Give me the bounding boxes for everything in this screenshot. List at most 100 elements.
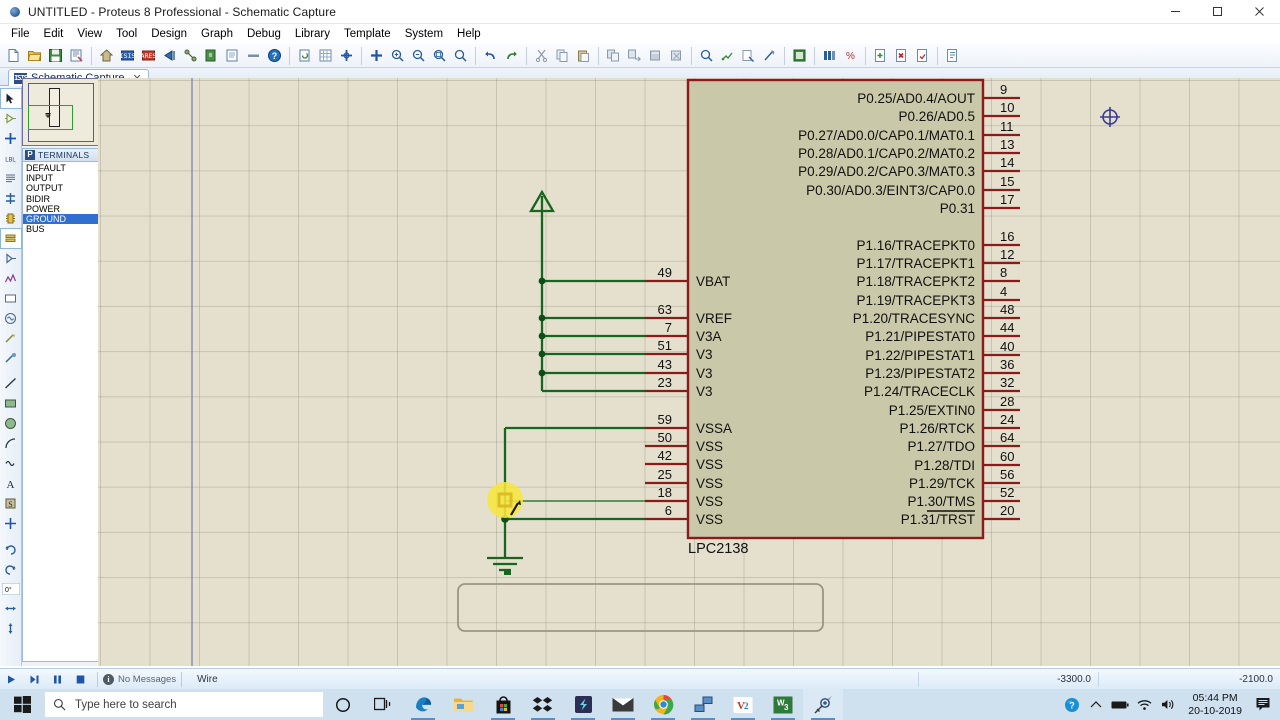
- design-explorer-icon[interactable]: [942, 45, 963, 66]
- file-explorer-icon[interactable]: [443, 689, 483, 720]
- terminal-item-output[interactable]: OUTPUT: [23, 183, 98, 193]
- menu-template[interactable]: Template: [337, 26, 398, 42]
- remove-sheet-icon[interactable]: [891, 45, 912, 66]
- make-device-icon[interactable]: [717, 45, 738, 66]
- stop-icon[interactable]: [69, 669, 92, 690]
- origin-icon[interactable]: [336, 45, 357, 66]
- navigation-preview[interactable]: [22, 78, 99, 146]
- zoom-out-icon[interactable]: [408, 45, 429, 66]
- taskbar-clock[interactable]: 05:44 PM 20-10-2019: [1180, 689, 1250, 720]
- menu-debug[interactable]: Debug: [240, 26, 288, 42]
- line-tool-icon[interactable]: [1, 374, 21, 393]
- ground-terminal-icon[interactable]: [487, 545, 523, 572]
- undo-icon[interactable]: [480, 45, 501, 66]
- home-icon[interactable]: [96, 45, 117, 66]
- import-icon[interactable]: [66, 45, 87, 66]
- terminal-item-power[interactable]: POWER: [23, 204, 98, 214]
- packaging-icon[interactable]: [738, 45, 759, 66]
- toggle-view-icon[interactable]: [789, 45, 810, 66]
- chevron-up-icon[interactable]: [1084, 689, 1108, 720]
- arc-tool-icon[interactable]: [1, 434, 21, 453]
- volume-icon[interactable]: [1156, 689, 1180, 720]
- help-icon[interactable]: ?: [264, 45, 285, 66]
- microsoft-store-icon[interactable]: [483, 689, 523, 720]
- task-view-icon[interactable]: [363, 689, 403, 720]
- terminal-item-ground[interactable]: GROUND: [23, 213, 98, 225]
- rotate-clockwise-icon[interactable]: [1, 539, 21, 558]
- refresh-sheet-icon[interactable]: [294, 45, 315, 66]
- menu-system[interactable]: System: [398, 26, 450, 42]
- edge-icon[interactable]: [403, 689, 443, 720]
- dropbox-icon[interactable]: [523, 689, 563, 720]
- terminal-item-default[interactable]: DEFAULT: [23, 163, 98, 173]
- rotation-angle-field[interactable]: 0°: [1, 579, 21, 598]
- rotate-counterclockwise-icon[interactable]: [1, 559, 21, 578]
- proteus-icon[interactable]: [803, 689, 843, 720]
- terminals-mode-icon[interactable]: [0, 228, 22, 249]
- circle-tool-icon[interactable]: [1, 414, 21, 433]
- netlist-icon[interactable]: [180, 45, 201, 66]
- generator-mode-icon[interactable]: [1, 309, 21, 328]
- chrome-icon[interactable]: [643, 689, 683, 720]
- text-tool-icon[interactable]: A: [1, 474, 21, 493]
- component-mode-icon[interactable]: [1, 109, 21, 128]
- menu-graph[interactable]: Graph: [194, 26, 240, 42]
- keil-uvision-icon[interactable]: W 3: [763, 689, 803, 720]
- battery-icon[interactable]: [1108, 689, 1132, 720]
- visual-studio-code-icon[interactable]: V 2: [723, 689, 763, 720]
- terminal-item-bidir[interactable]: BIDIR: [23, 194, 98, 204]
- sheet-annotation-box[interactable]: [457, 583, 824, 632]
- windows-start-icon[interactable]: [0, 689, 44, 720]
- maximize-button[interactable]: [1196, 0, 1238, 24]
- block-move-icon[interactable]: [624, 45, 645, 66]
- tape-recorder-mode-icon[interactable]: [1, 289, 21, 308]
- bom-icon[interactable]: ISIS: [117, 45, 138, 66]
- symbol-tool-icon[interactable]: S: [1, 494, 21, 513]
- mirror-horizontal-icon[interactable]: [1, 599, 21, 618]
- cortana-circle-icon[interactable]: [323, 689, 363, 720]
- bill-icon[interactable]: ARES: [138, 45, 159, 66]
- schematic-canvas[interactable]: VBAT VREF V3A V3 V3 V3 VSSA VSS VSS VSS …: [98, 78, 1280, 666]
- terminals-list[interactable]: DEFAULT INPUT OUTPUT BIDIR POWER GROUND …: [22, 162, 99, 662]
- redo-icon[interactable]: [501, 45, 522, 66]
- minimize-button[interactable]: [1154, 0, 1196, 24]
- goto-sheet-icon[interactable]: [912, 45, 933, 66]
- copy-icon[interactable]: [552, 45, 573, 66]
- new-file-icon[interactable]: [3, 45, 24, 66]
- shareit-icon[interactable]: [563, 689, 603, 720]
- path-tool-icon[interactable]: [1, 454, 21, 473]
- block-rotate-icon[interactable]: [645, 45, 666, 66]
- step-icon[interactable]: [23, 669, 46, 690]
- cursor-snap-icon[interactable]: [366, 45, 387, 66]
- block-delete-icon[interactable]: [666, 45, 687, 66]
- buses-mode-icon[interactable]: [1, 189, 21, 208]
- block-copy-icon[interactable]: [603, 45, 624, 66]
- mail-icon[interactable]: [603, 689, 643, 720]
- selection-mode-icon[interactable]: [0, 88, 22, 109]
- search-input[interactable]: Type here to search: [45, 692, 323, 717]
- back-annotate-icon[interactable]: [159, 45, 180, 66]
- terminal-item-bus[interactable]: BUS: [23, 224, 98, 234]
- zoom-area-icon[interactable]: [429, 45, 450, 66]
- wire-net-vcc[interactable]: [540, 196, 645, 393]
- menu-help[interactable]: Help: [450, 26, 488, 42]
- action-center-icon[interactable]: [1250, 689, 1278, 720]
- menu-design[interactable]: Design: [144, 26, 194, 42]
- voltage-probe-mode-icon[interactable]: [1, 329, 21, 348]
- pick-device-icon[interactable]: [696, 45, 717, 66]
- text-script-mode-icon[interactable]: [1, 169, 21, 188]
- security-icon[interactable]: ?: [1060, 689, 1084, 720]
- grid-toggle-icon[interactable]: [315, 45, 336, 66]
- export-icon[interactable]: [201, 45, 222, 66]
- wire-label-mode-icon[interactable]: LBL: [1, 149, 21, 168]
- decompose-icon[interactable]: [759, 45, 780, 66]
- new-sheet-icon[interactable]: [870, 45, 891, 66]
- zoom-in-icon[interactable]: [387, 45, 408, 66]
- junction-dot-mode-icon[interactable]: [1, 129, 21, 148]
- device-pins-mode-icon[interactable]: [1, 249, 21, 268]
- current-probe-mode-icon[interactable]: [1, 349, 21, 368]
- subcircuit-mode-icon[interactable]: [1, 209, 21, 228]
- status-messages[interactable]: i No Messages: [103, 673, 176, 685]
- graph-mode-icon[interactable]: [1, 269, 21, 288]
- mirror-vertical-icon[interactable]: [1, 619, 21, 638]
